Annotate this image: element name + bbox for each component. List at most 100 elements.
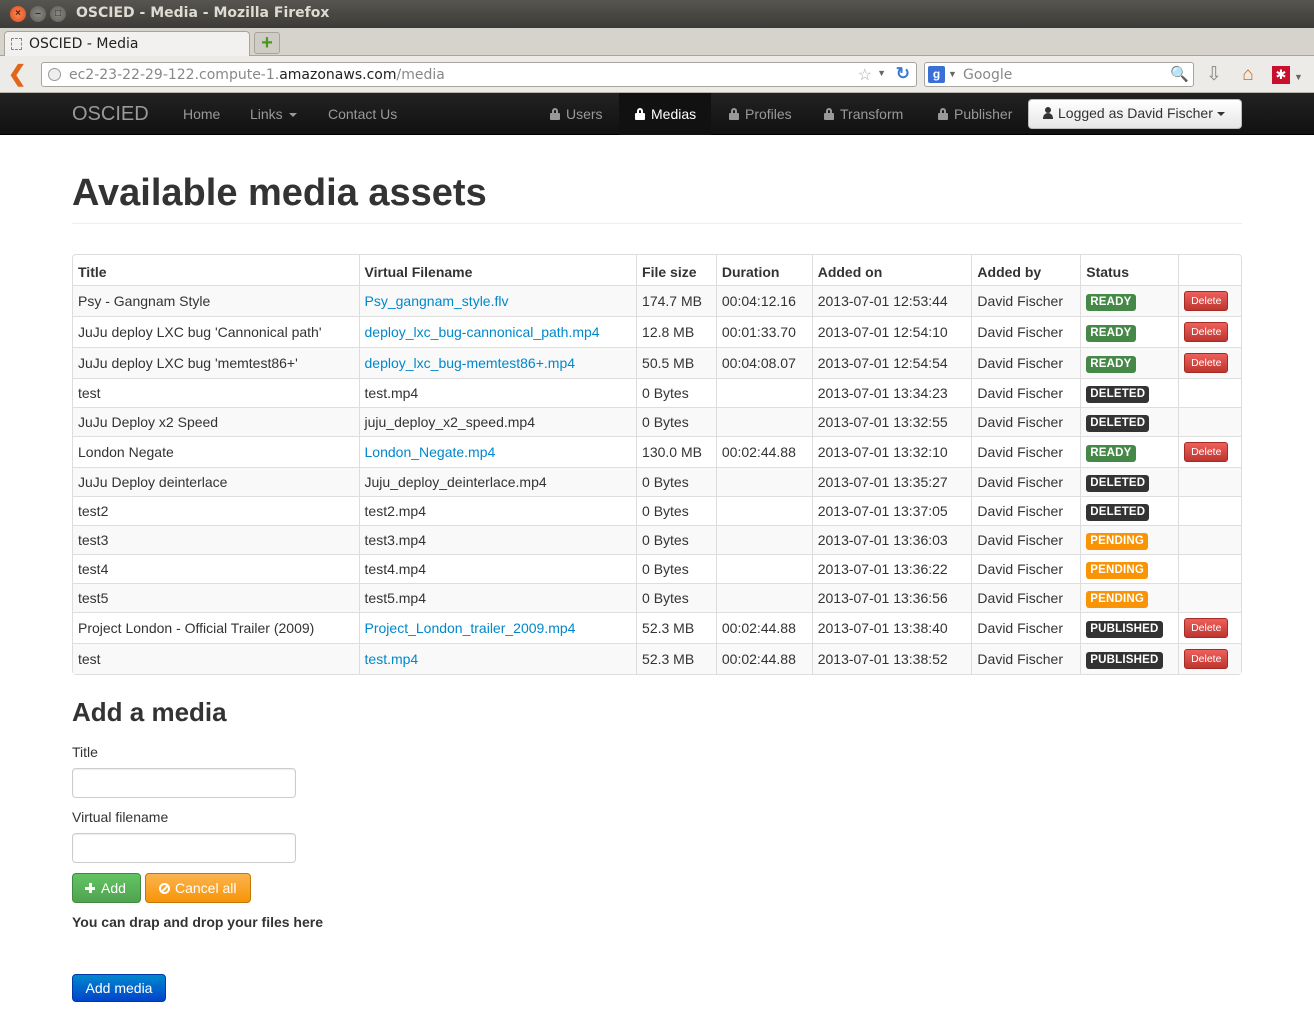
window-close-button[interactable]: ×: [10, 6, 26, 22]
title-cell: Project London - Official Trailer (2009): [73, 612, 359, 643]
actions-cell: Delete: [1178, 347, 1241, 378]
url-bar[interactable]: ec2-23-22-29-122.compute-1.amazonaws.com…: [41, 62, 917, 87]
file-size-cell: 0 Bytes: [636, 525, 716, 554]
added-on-text: 2013-07-01 13:37:05: [817, 503, 948, 519]
filename-cell: test3.mp4: [358, 525, 637, 554]
title-input[interactable]: [72, 768, 296, 798]
title-cell: test2: [73, 496, 359, 525]
title-cell: JuJu deploy LXC bug 'Cannonical path': [73, 316, 359, 347]
nav-users-label: Users: [566, 106, 603, 122]
status-badge: PENDING: [1086, 561, 1149, 579]
filename-link[interactable]: Project_London_trailer_2009.mp4: [365, 620, 576, 636]
added-by-cell: David Fischer: [971, 612, 1081, 643]
filename-link[interactable]: deploy_lxc_bug-memtest86+.mp4: [365, 355, 576, 371]
nav-contact[interactable]: Contact Us: [328, 106, 397, 122]
table-header-row: Title Virtual Filename File size Duratio…: [73, 255, 1241, 285]
nav-transform[interactable]: Transform: [824, 106, 903, 122]
nav-medias[interactable]: Medias: [635, 106, 696, 122]
added-on-text: 2013-07-01 13:32:55: [817, 414, 948, 430]
back-arrow-icon[interactable]: ❮: [8, 62, 32, 86]
search-icon[interactable]: 🔍: [1170, 65, 1189, 83]
added-by-text: David Fischer: [977, 474, 1064, 490]
nav-transform-label: Transform: [840, 106, 904, 122]
duration-cell: 00:01:33.70: [715, 316, 812, 347]
title-cell: JuJu deploy LXC bug 'memtest86+': [73, 347, 359, 378]
status-cell: DELETED: [1080, 407, 1179, 436]
filename-cell: test2.mp4: [358, 496, 637, 525]
nav-publisher-label: Publisher: [954, 106, 1013, 122]
delete-button[interactable]: Delete: [1184, 618, 1229, 638]
actions-cell: [1178, 407, 1241, 436]
nav-profiles[interactable]: Profiles: [729, 106, 792, 122]
user-menu-button[interactable]: Logged as David Fischer: [1028, 99, 1242, 129]
filename-link[interactable]: test.mp4: [365, 651, 419, 667]
add-media-submit-button[interactable]: Add media: [72, 974, 166, 1002]
nav-users[interactable]: Users: [550, 106, 603, 122]
search-engine-dropdown-icon[interactable]: ▼: [948, 69, 957, 79]
extension-icon[interactable]: ✱: [1272, 66, 1290, 84]
duration-cell: [715, 496, 812, 525]
nav-links-label: Links: [250, 106, 283, 122]
filename-link[interactable]: London_Negate.mp4: [365, 444, 496, 460]
url-text[interactable]: ec2-23-22-29-122.compute-1.amazonaws.com…: [69, 67, 445, 83]
table-row: test3 test3.mp4 0 Bytes 2013-07-01 13:36:03…: [73, 525, 1241, 554]
file-size-text: 0 Bytes: [642, 503, 689, 519]
bookmark-star-icon[interactable]: ☆: [858, 65, 872, 85]
delete-button[interactable]: Delete: [1184, 291, 1229, 311]
search-bar[interactable]: g ▼ Google 🔍: [924, 62, 1194, 87]
added-on-text: 2013-07-01 13:36:56: [817, 590, 948, 606]
extension-dropdown-icon[interactable]: ▼: [1294, 72, 1303, 82]
history-dropdown-icon[interactable]: ▼: [877, 68, 886, 78]
filename-cell: test4.mp4: [358, 554, 637, 583]
cancel-all-button[interactable]: Cancel all: [145, 873, 251, 903]
added-by-cell: David Fischer: [971, 525, 1081, 554]
added-by-text: David Fischer: [977, 355, 1064, 371]
browser-toolbar: ❮ ec2-23-22-29-122.compute-1.amazonaws.c…: [0, 56, 1314, 93]
filename-text: Juju_deploy_deinterlace.mp4: [364, 474, 547, 490]
new-tab-button[interactable]: +: [254, 32, 280, 54]
nav-links-dropdown[interactable]: Links: [250, 106, 297, 122]
title-cell: JuJu Deploy x2 Speed: [73, 407, 359, 436]
window-titlebar: × – □ OSCIED - Media - Mozilla Firefox: [0, 0, 1314, 28]
added-on-cell: 2013-07-01 13:36:56: [811, 583, 972, 612]
download-icon[interactable]: ⇩: [1202, 63, 1226, 87]
filename-text: test4.mp4: [364, 561, 426, 577]
added-on-text: 2013-07-01 13:38:40: [817, 620, 948, 636]
nav-home[interactable]: Home: [183, 106, 220, 122]
add-button[interactable]: Add: [72, 873, 141, 903]
lock-icon: [938, 108, 948, 120]
google-icon[interactable]: g: [928, 66, 945, 83]
file-size-text: 0 Bytes: [642, 561, 689, 577]
actions-cell: [1178, 496, 1241, 525]
filename-text: juju_deploy_x2_speed.mp4: [364, 414, 535, 430]
duration-text: 00:01:33.70: [721, 324, 796, 340]
delete-button[interactable]: Delete: [1184, 322, 1229, 342]
duration-text: 00:02:44.88: [721, 444, 796, 460]
filename-cell: London_Negate.mp4: [358, 436, 637, 467]
filename-cell: test.mp4: [358, 643, 637, 674]
delete-button[interactable]: Delete: [1184, 649, 1229, 669]
added-by-cell: David Fischer: [971, 583, 1081, 612]
filename-link[interactable]: deploy_lxc_bug-cannonical_path.mp4: [365, 324, 600, 340]
title-text: test4: [78, 561, 109, 577]
window-minimize-button[interactable]: –: [30, 6, 46, 22]
brand-logo[interactable]: OSCIED: [72, 103, 149, 126]
status-badge: READY: [1086, 293, 1136, 311]
file-size-cell: 12.8 MB: [636, 316, 716, 347]
status-badge: PUBLISHED: [1086, 620, 1163, 638]
status-badge: DELETED: [1086, 503, 1150, 521]
virtual-filename-input[interactable]: [72, 833, 296, 863]
status-badge: DELETED: [1086, 474, 1150, 492]
nav-publisher[interactable]: Publisher: [938, 106, 1012, 122]
added-by-text: David Fischer: [977, 293, 1064, 309]
filename-link[interactable]: Psy_gangnam_style.flv: [365, 293, 509, 309]
file-size-text: 0 Bytes: [642, 474, 689, 490]
window-maximize-button[interactable]: □: [50, 6, 66, 22]
reload-icon[interactable]: ↻: [896, 64, 910, 84]
title-label: Title: [72, 744, 98, 760]
delete-button[interactable]: Delete: [1184, 442, 1229, 462]
home-icon[interactable]: ⌂: [1236, 63, 1260, 87]
drag-drop-hint: You can drap and drop your files here: [72, 914, 324, 930]
delete-button[interactable]: Delete: [1184, 353, 1229, 373]
browser-tab[interactable]: OSCIED - Media: [4, 31, 250, 56]
